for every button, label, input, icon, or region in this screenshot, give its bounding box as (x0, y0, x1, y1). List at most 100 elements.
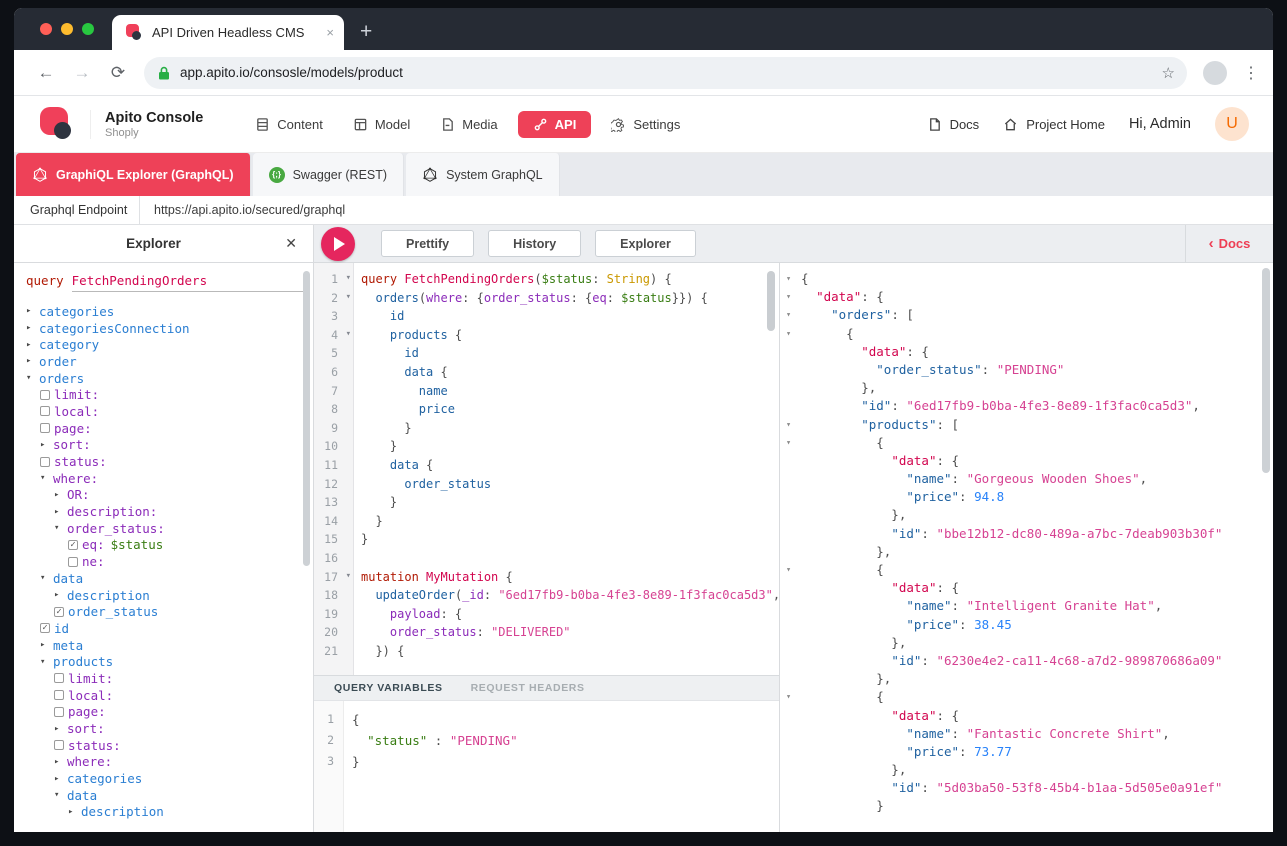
tree-item-limit[interactable]: limit: (26, 670, 303, 687)
fold-arrow-icon[interactable]: ▾ (346, 571, 351, 581)
tree-item-order[interactable]: ▸ order (26, 353, 303, 370)
chevron-right-icon[interactable]: ▸ (40, 440, 53, 450)
tab-request-headers[interactable]: REQUEST HEADERS (471, 682, 585, 694)
fold-arrow-icon[interactable] (786, 398, 801, 416)
tree-item-local[interactable]: local: (26, 687, 303, 704)
tree-item-category[interactable]: ▸ category (26, 336, 303, 353)
explorer-button[interactable]: Explorer (595, 230, 696, 257)
tab-query-variables[interactable]: QUERY VARIABLES (334, 682, 443, 694)
chevron-right-icon[interactable]: ▸ (26, 340, 39, 350)
execute-query-button[interactable] (321, 226, 355, 261)
chevron-down-icon[interactable]: ▾ (54, 790, 67, 800)
chevron-right-icon[interactable]: ▸ (40, 640, 53, 650)
chevron-right-icon[interactable]: ▸ (68, 807, 81, 817)
user-avatar[interactable]: U (1215, 107, 1249, 141)
header-link-docs[interactable]: Docs (927, 117, 979, 132)
forward-icon[interactable]: → (72, 63, 92, 83)
bookmark-star-icon[interactable]: ☆ (1162, 64, 1175, 82)
fold-arrow-icon[interactable] (786, 544, 801, 562)
checkbox-icon[interactable] (40, 456, 50, 467)
checkbox-icon[interactable] (54, 673, 64, 684)
tree-item-limit[interactable]: limit: (26, 386, 303, 403)
reload-icon[interactable]: ⟳ (108, 63, 128, 83)
chevron-down-icon[interactable]: ▾ (54, 523, 67, 533)
api-tab-graphql-dark[interactable]: System GraphQL (406, 153, 560, 196)
chevron-right-icon[interactable]: ▸ (54, 590, 67, 600)
tree-item-description[interactable]: ▸ description (26, 587, 303, 604)
checkbox-icon[interactable] (54, 706, 64, 717)
tree-item-page[interactable]: page: (26, 420, 303, 437)
tree-item-data[interactable]: ▾ data (26, 570, 303, 587)
checkbox-icon[interactable] (40, 389, 50, 400)
browser-menu-icon[interactable]: ⋮ (1243, 63, 1259, 83)
tree-item-where[interactable]: ▾ where: (26, 470, 303, 487)
fold-arrow-icon[interactable]: ▾ (786, 326, 801, 344)
docs-toggle-button[interactable]: ‹ Docs (1185, 225, 1273, 262)
fold-arrow-icon[interactable]: ▾ (786, 689, 801, 707)
fold-arrow-icon[interactable] (786, 489, 801, 507)
checkbox-icon[interactable] (40, 423, 50, 434)
checkbox-icon[interactable] (54, 740, 64, 751)
tree-item-eq[interactable]: ✓ eq: $status (26, 537, 303, 554)
tree-item-categoriesConnection[interactable]: ▸ categoriesConnection (26, 320, 303, 337)
window-zoom-button[interactable] (82, 23, 94, 35)
variables-editor[interactable]: 1 2 3 { "status" : "PENDING"} (314, 701, 779, 832)
tree-item-order_status[interactable]: ✓ order_status (26, 603, 303, 620)
new-tab-button[interactable]: + (360, 21, 372, 42)
tree-item-orders[interactable]: ▾ orders (26, 370, 303, 387)
nav-item-media[interactable]: Media (430, 111, 507, 138)
nav-item-settings[interactable]: Settings (601, 111, 690, 138)
chevron-right-icon[interactable]: ▸ (54, 774, 67, 784)
fold-arrow-icon[interactable]: ▾ (346, 292, 351, 302)
fold-arrow-icon[interactable]: ▾ (786, 289, 801, 307)
fold-arrow-icon[interactable] (786, 598, 801, 616)
tree-item-order_status[interactable]: ▾ order_status: (26, 520, 303, 537)
browser-tab[interactable]: API Driven Headless CMS × (112, 15, 344, 50)
fold-arrow-icon[interactable] (786, 507, 801, 525)
chevron-down-icon[interactable]: ▾ (40, 573, 53, 583)
address-bar[interactable]: app.apito.io/consosle/models/product ☆ (144, 56, 1187, 89)
browser-profile-avatar[interactable] (1203, 60, 1227, 85)
checkbox-checked-icon[interactable]: ✓ (68, 539, 78, 550)
chevron-right-icon[interactable]: ▸ (54, 490, 67, 500)
fold-arrow-icon[interactable] (786, 798, 801, 816)
checkbox-checked-icon[interactable]: ✓ (54, 606, 64, 617)
tree-item-sort[interactable]: ▸ sort: (26, 720, 303, 737)
fold-arrow-icon[interactable] (786, 380, 801, 398)
tree-item-data[interactable]: ▾ data (26, 787, 303, 804)
fold-arrow-icon[interactable]: ▾ (786, 271, 801, 289)
query-name-input[interactable]: FetchPendingOrders (71, 273, 303, 292)
tree-item-meta[interactable]: ▸ meta (26, 637, 303, 654)
explorer-close-icon[interactable]: ✕ (285, 235, 297, 252)
header-link-home[interactable]: Project Home (1003, 117, 1105, 132)
api-tab-graphql[interactable]: GraphiQL Explorer (GraphQL) (16, 153, 251, 196)
tree-item-categories[interactable]: ▸ categories (26, 303, 303, 320)
chevron-down-icon[interactable]: ▾ (40, 473, 53, 483)
query-editor[interactable]: 1 ▾ 2 ▾ 3 4 ▾ 5 6 7 8 9 10 11 12 13 14 15 16 17 ▾ 18 19 20 21 qu… (314, 263, 779, 675)
fold-arrow-icon[interactable] (786, 744, 801, 762)
fold-arrow-icon[interactable] (786, 726, 801, 744)
checkbox-icon[interactable] (68, 556, 78, 567)
nav-item-api[interactable]: API (517, 110, 592, 138)
chevron-right-icon[interactable]: ▸ (26, 306, 39, 316)
history-button[interactable]: History (488, 230, 582, 257)
chevron-right-icon[interactable]: ▸ (54, 507, 67, 517)
fold-arrow-icon[interactable] (786, 780, 801, 798)
editor-code[interactable]: query FetchPendingOrders($status: String… (354, 263, 779, 675)
fold-arrow-icon[interactable] (786, 671, 801, 689)
fold-arrow-icon[interactable] (786, 471, 801, 489)
nav-item-content[interactable]: Content (245, 111, 333, 138)
chevron-down-icon[interactable]: ▾ (26, 373, 39, 383)
fold-arrow-icon[interactable]: ▾ (346, 329, 351, 339)
tree-item-ne[interactable]: ne: (26, 553, 303, 570)
chevron-right-icon[interactable]: ▸ (54, 724, 67, 734)
tree-item-id[interactable]: ✓ id (26, 620, 303, 637)
fold-arrow-icon[interactable] (786, 344, 801, 362)
explorer-scrollbar[interactable] (303, 271, 310, 566)
tree-item-products[interactable]: ▾ products (26, 653, 303, 670)
fold-arrow-icon[interactable] (786, 635, 801, 653)
chevron-down-icon[interactable]: ▾ (40, 657, 53, 667)
fold-arrow-icon[interactable]: ▾ (786, 435, 801, 453)
tree-item-description[interactable]: ▸ description: (26, 503, 303, 520)
tab-close-icon[interactable]: × (326, 25, 334, 40)
